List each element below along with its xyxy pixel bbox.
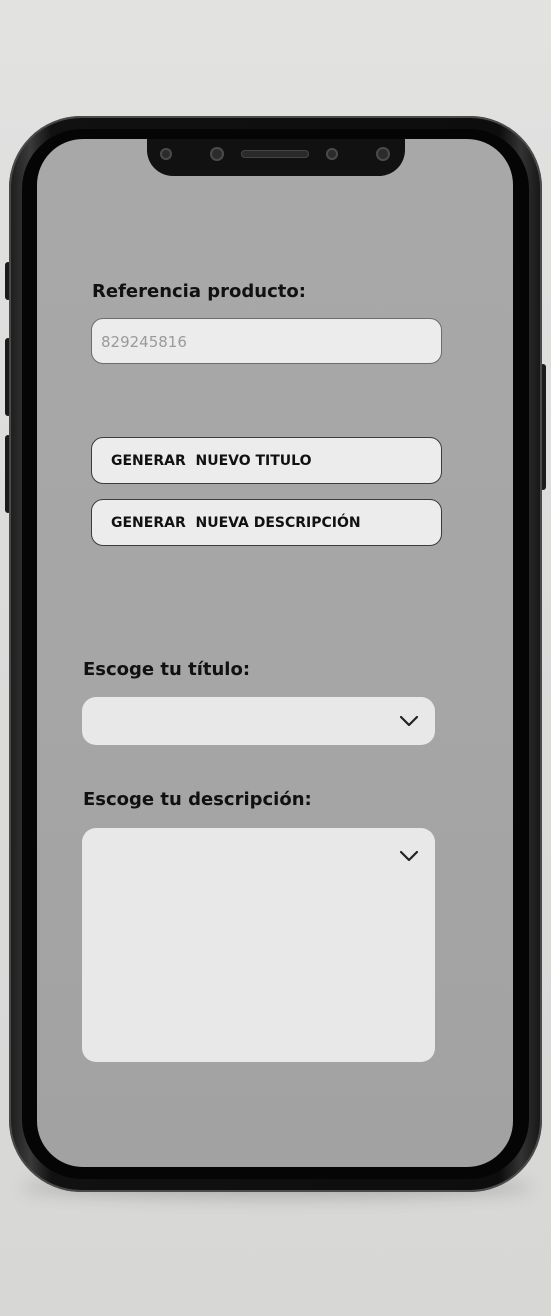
- chevron-down-icon[interactable]: [399, 849, 419, 863]
- generate-title-button[interactable]: GENERAR NUEVO TITULO: [91, 437, 442, 484]
- chevron-down-icon[interactable]: [399, 714, 419, 728]
- sensor-icon: [210, 147, 224, 161]
- earpiece-speaker: [241, 150, 309, 158]
- choose-title-label: Escoge tu título:: [83, 659, 251, 680]
- description-select[interactable]: [82, 828, 435, 1062]
- choose-description-label: Escoge tu descripción:: [83, 789, 312, 810]
- flood-illuminator-icon: [376, 147, 390, 161]
- front-camera-icon: [160, 148, 172, 160]
- reference-input[interactable]: 829245816: [91, 318, 442, 364]
- generate-description-button[interactable]: GENERAR NUEVA DESCRIPCIÓN: [91, 499, 442, 546]
- reference-label: Referencia producto:: [92, 281, 306, 302]
- title-select[interactable]: [82, 697, 435, 745]
- proximity-sensor-icon: [326, 148, 338, 160]
- mockup-stage: Referencia producto: 829245816 GENERAR N…: [0, 0, 551, 1316]
